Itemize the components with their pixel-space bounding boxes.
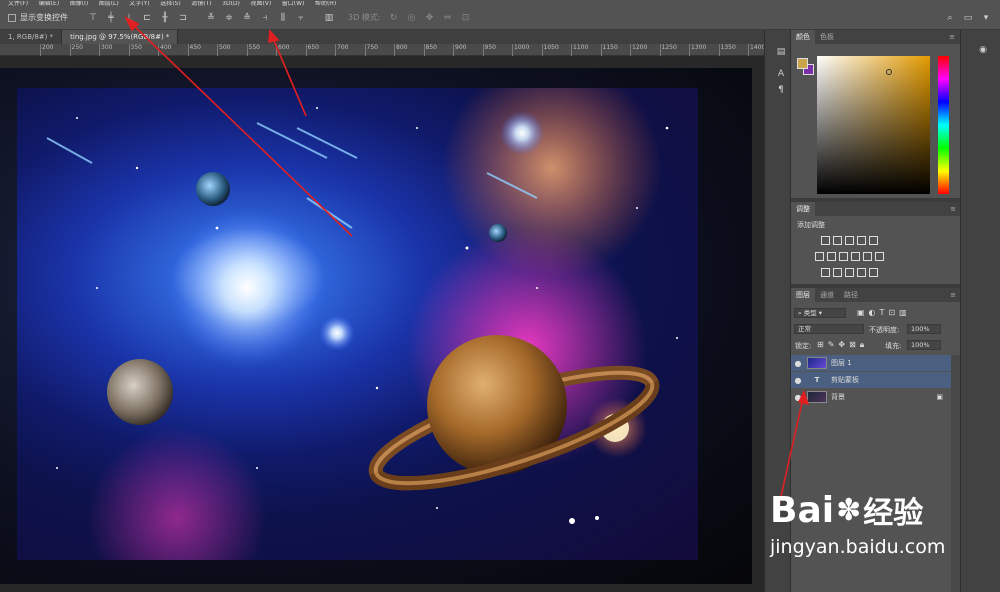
watermark-brand: Bai	[770, 489, 835, 531]
watermark-brand-cn: 经验	[863, 496, 924, 531]
watermark-url: jingyan.baidu.com	[770, 536, 946, 558]
baidu-watermark: Bai ✽ 经验 jingyan.baidu.com	[770, 488, 1000, 578]
foreground-swatch[interactable]	[797, 58, 808, 69]
paw-icon: ✽	[836, 492, 862, 528]
